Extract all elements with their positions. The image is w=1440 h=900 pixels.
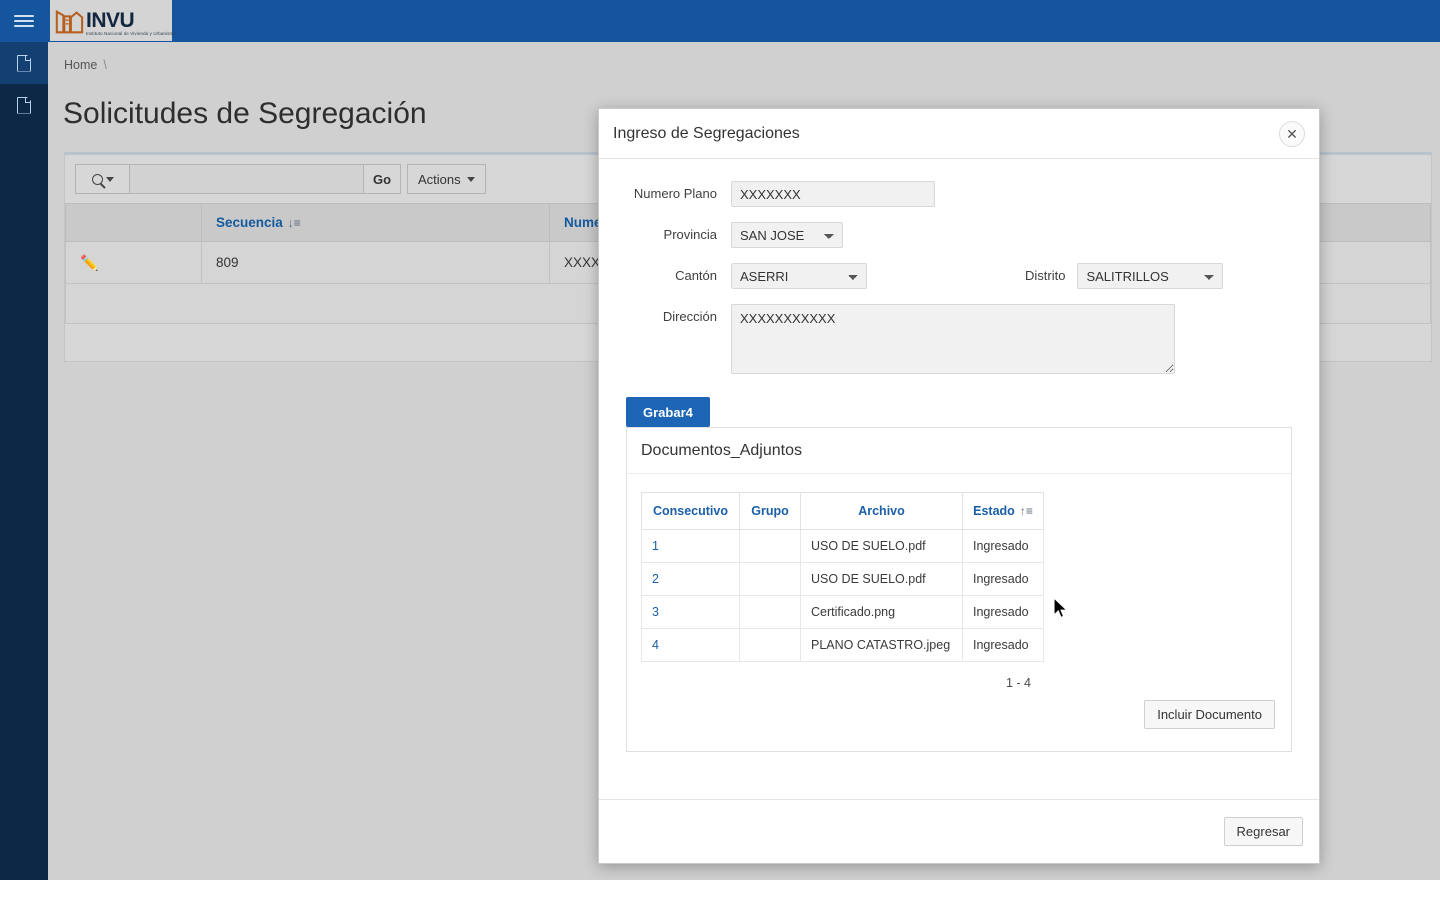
documents-table: Consecutivo Grupo Archivo Estado ↑≡ 1 US…: [641, 492, 1044, 662]
sort-asc-icon: ↑≡: [1019, 504, 1033, 518]
chevron-down-icon: [466, 176, 475, 182]
row-edit-cell[interactable]: ✏️: [65, 241, 202, 284]
documentos-adjuntos-region: Documentos_Adjuntos Consecutivo Grupo Ar…: [626, 427, 1292, 752]
breadcrumb-separator: \: [103, 58, 107, 72]
search-icon[interactable]: [75, 164, 129, 194]
sidebar-menu-toggle[interactable]: [0, 0, 48, 42]
doc-cell-grupo: [739, 628, 801, 662]
field-row-provincia: Provincia SAN JOSE: [613, 222, 1305, 248]
field-row-numero-plano: Numero Plano: [613, 181, 1305, 207]
close-icon[interactable]: ✕: [1279, 120, 1305, 147]
hamburger-icon[interactable]: [14, 15, 34, 27]
distrito-select[interactable]: SALITRILLOS: [1077, 263, 1224, 289]
actions-button-label: Actions: [418, 171, 461, 187]
doc-cell-grupo: [739, 595, 801, 629]
app-root: INVU Instituto Nacional de Vivienda y Ur…: [0, 0, 1440, 900]
doc-cell-grupo: [739, 562, 801, 596]
table-row: 1 USO DE SUELO.pdf Ingresado: [641, 529, 1044, 563]
document-icon: [17, 54, 31, 72]
doc-cell-consecutivo[interactable]: 1: [641, 529, 740, 563]
doc-cell-archivo: PLANO CATASTRO.jpeg: [800, 628, 963, 662]
modal-header: Ingreso de Segregaciones ✕: [599, 109, 1319, 159]
modal-footer: Regresar: [599, 799, 1319, 863]
modal-body: Numero Plano Provincia SAN JOSE Cantón A…: [599, 159, 1319, 752]
grabar-button[interactable]: Grabar4: [626, 397, 710, 427]
documents-header-row: Consecutivo Grupo Archivo Estado ↑≡: [641, 492, 1044, 530]
doc-column-archivo[interactable]: Archivo: [800, 492, 963, 530]
regresar-button[interactable]: Regresar: [1223, 817, 1303, 846]
field-row-canton-distrito: Cantón ASERRI Distrito SALITRILLOS: [613, 263, 1305, 289]
doc-cell-estado: Ingresado: [962, 628, 1044, 662]
doc-cell-estado: Ingresado: [962, 595, 1044, 629]
table-row: 4 PLANO CATASTRO.jpeg Ingresado: [641, 628, 1044, 662]
app-logo[interactable]: INVU Instituto Nacional de Vivienda y Ur…: [50, 0, 176, 41]
doc-cell-consecutivo[interactable]: 3: [641, 595, 740, 629]
column-header-secuencia-label: Secuencia: [216, 215, 283, 230]
doc-cell-estado: Ingresado: [962, 529, 1044, 563]
left-sidebar: [0, 0, 48, 880]
documentos-adjuntos-title: Documentos_Adjuntos: [627, 428, 1291, 474]
column-header-numero-label: Nume: [564, 215, 602, 230]
sort-desc-icon: ↓≡: [287, 216, 301, 230]
table-row: 2 USO DE SUELO.pdf Ingresado: [641, 562, 1044, 596]
documentos-adjuntos-body: Consecutivo Grupo Archivo Estado ↑≡ 1 US…: [627, 474, 1291, 751]
search-input[interactable]: [129, 164, 363, 194]
doc-column-grupo[interactable]: Grupo: [739, 492, 801, 530]
numero-plano-input[interactable]: [731, 181, 935, 207]
doc-cell-estado: Ingresado: [962, 562, 1044, 596]
invu-building-icon: [55, 9, 84, 33]
doc-column-consecutivo[interactable]: Consecutivo: [641, 492, 740, 530]
distrito-label: Distrito: [1025, 268, 1066, 283]
canton-label: Cantón: [675, 268, 717, 283]
doc-cell-archivo: USO DE SUELO.pdf: [800, 529, 963, 563]
document-icon: [17, 96, 31, 114]
direccion-textarea[interactable]: XXXXXXXXXXX: [731, 304, 1175, 374]
documents-pagination: 1 - 4: [1005, 676, 1031, 690]
provincia-label: Provincia: [663, 227, 717, 242]
doc-column-estado[interactable]: Estado ↑≡: [962, 492, 1044, 530]
direccion-label: Dirección: [662, 309, 717, 324]
doc-cell-archivo: USO DE SUELO.pdf: [800, 562, 963, 596]
column-header-edit[interactable]: [65, 203, 202, 242]
breadcrumb: Home \: [64, 58, 107, 72]
pencil-icon[interactable]: ✏️: [80, 255, 99, 272]
logo-tagline: Instituto Nacional de Vivienda y Urbanis…: [86, 30, 176, 36]
sidebar-item-document-2[interactable]: [0, 84, 48, 126]
table-row: 3 Certificado.png Ingresado: [641, 595, 1044, 629]
doc-column-estado-label: Estado: [973, 504, 1015, 518]
field-row-direccion: Dirección XXXXXXXXXXX: [613, 304, 1305, 374]
doc-cell-consecutivo[interactable]: 2: [641, 562, 740, 596]
row-secuencia-cell: 809: [201, 241, 550, 284]
modal-dialog: Ingreso de Segregaciones ✕ Numero Plano …: [598, 108, 1320, 864]
sidebar-item-document-1[interactable]: [0, 42, 48, 84]
modal-title: Ingreso de Segregaciones: [613, 124, 800, 142]
go-button[interactable]: Go: [363, 164, 401, 194]
page-title: Solicitudes de Segregación: [63, 97, 427, 131]
doc-cell-grupo: [739, 529, 801, 563]
doc-cell-consecutivo[interactable]: 4: [641, 628, 740, 662]
logo-wordmark: INVU: [86, 8, 135, 32]
doc-cell-archivo: Certificado.png: [800, 595, 963, 629]
column-header-secuencia[interactable]: Secuencia ↓≡: [201, 203, 550, 242]
actions-button[interactable]: Actions: [407, 164, 486, 194]
incluir-documento-button[interactable]: Incluir Documento: [1144, 700, 1275, 729]
provincia-select[interactable]: SAN JOSE: [731, 222, 843, 248]
top-header-bar: INVU Instituto Nacional de Vivienda y Ur…: [48, 0, 1440, 42]
canton-select[interactable]: ASERRI: [731, 263, 867, 289]
report-search-group: Go: [75, 164, 401, 194]
breadcrumb-home[interactable]: Home: [64, 58, 97, 72]
numero-plano-label: Numero Plano: [633, 186, 717, 201]
